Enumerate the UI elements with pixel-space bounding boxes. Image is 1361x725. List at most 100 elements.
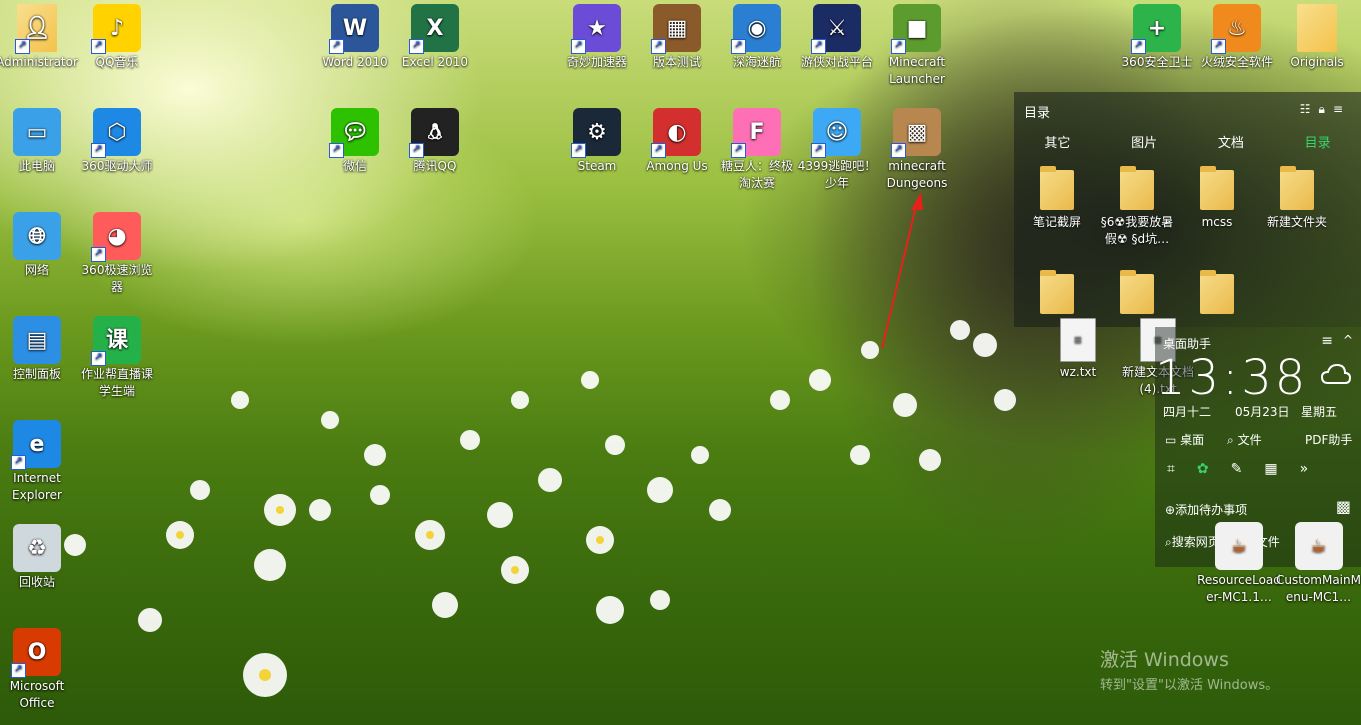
- tab-pictures[interactable]: 图片: [1131, 132, 1157, 151]
- desktop-icon-resourceloader[interactable]: ☕︎ ResourceLoader-MC1.1…: [1196, 522, 1282, 606]
- desktop-icon[interactable]: ◐ ↗ Among Us: [636, 108, 718, 175]
- crop-icon[interactable]: ⌗: [1167, 461, 1197, 477]
- shortcut-arrow-icon: ↗: [1131, 39, 1146, 54]
- search-icon: ⌕: [1165, 535, 1172, 549]
- desktop-icon[interactable]: ◉ ↗ 深海迷航: [716, 4, 798, 71]
- accelerator-icon: ★ ↗: [571, 4, 621, 54]
- desktop-icon[interactable]: 🌐︎ 网络: [0, 212, 78, 279]
- desktop-icon[interactable]: F ↗ 糖豆人：终极淘汰赛: [716, 108, 798, 192]
- desktop-icon[interactable]: ⚔ ↗ 游侠对战平台: [796, 4, 878, 71]
- desktop-icon[interactable]: Originals: [1276, 4, 1358, 71]
- desktop-icon[interactable]: 👤︎ ↗ Administrator: [0, 4, 78, 71]
- file-action[interactable]: ⌕ 文件: [1227, 431, 1262, 448]
- desktop-icon-label: 网络: [24, 263, 49, 277]
- desktop-icon[interactable]: 💬︎ ↗ 微信: [314, 108, 396, 175]
- desktop-icon[interactable]: ▭ 此电脑: [0, 108, 78, 175]
- desktop-icon[interactable]: ☺ ↗ 4399逃跑吧！少年: [796, 108, 878, 192]
- desktop-icon[interactable]: ■ ↗ Minecraft Launcher: [876, 4, 958, 88]
- desktop-icon[interactable]: X ↗ Excel 2010: [394, 4, 476, 71]
- folder-icon: [1280, 166, 1314, 210]
- desktop-icon-wz-txt[interactable]: ≡ wz.txt: [1037, 318, 1119, 381]
- 360-security-icon: + ↗: [1131, 4, 1181, 54]
- fence-item[interactable]: 新建文件夹: [1257, 166, 1337, 231]
- fence-item[interactable]: [1017, 270, 1097, 318]
- fence-item[interactable]: [1177, 270, 1257, 318]
- text-file-icon: ≡: [1060, 318, 1096, 362]
- fence-title: 目录: [1024, 106, 1051, 121]
- fence-item[interactable]: 笔记截屏: [1017, 166, 1097, 231]
- desktop-icon-label: 此电脑: [18, 159, 55, 173]
- shortcut-arrow-icon: ↗: [731, 39, 746, 54]
- qq-penguin-icon: 🐧︎ ↗: [409, 108, 459, 158]
- shortcut-arrow-icon: ↗: [15, 39, 30, 54]
- desktop-icon[interactable]: ♻ 回收站: [0, 524, 78, 591]
- fence-controls[interactable]: ☷🔒︎≡: [1300, 102, 1351, 117]
- shortcut-arrow-icon: ↗: [811, 39, 826, 54]
- lock-icon[interactable]: 🔒︎: [1319, 102, 1333, 116]
- shortcut-arrow-icon: ↗: [409, 143, 424, 158]
- folder-icon: [1200, 270, 1234, 314]
- desktop-icon[interactable]: 课 ↗ 作业帮直播课学生端: [76, 316, 158, 400]
- driver-master-icon: ⬡ ↗: [91, 108, 141, 158]
- shortcut-arrow-icon: ↗: [651, 143, 666, 158]
- menu-icon[interactable]: ≡: [1321, 333, 1333, 349]
- desktop-icon-label: 深海迷航: [732, 55, 781, 69]
- fence-item[interactable]: mcss: [1177, 166, 1257, 231]
- shortcut-arrow-icon: ↗: [571, 39, 586, 54]
- tab-other[interactable]: 其它: [1044, 132, 1070, 151]
- browser-icon: ◕ ↗: [91, 212, 141, 262]
- user-folder-icon: 👤︎ ↗: [15, 4, 57, 54]
- desktop-icon-label: Internet Explorer: [12, 471, 62, 502]
- among-us-icon: ◐ ↗: [651, 108, 701, 158]
- minecraft-grass-icon: ■ ↗: [891, 4, 941, 54]
- desktop-icon[interactable]: ♨ ↗ 火绒安全软件: [1196, 4, 1278, 71]
- desktop-icon-label: 360极速浏览器: [81, 263, 153, 294]
- desktop-icon[interactable]: ⬡ ↗ 360驱动大师: [76, 108, 158, 175]
- more-icon[interactable]: »: [1300, 461, 1331, 477]
- desktop-action[interactable]: ▭ 桌面: [1165, 431, 1204, 448]
- desktop-icon[interactable]: ▦ ↗ 版本测试: [636, 4, 718, 71]
- shortcut-arrow-icon: ↗: [891, 143, 906, 158]
- fence-item[interactable]: §6☢我要放暑假☢ §d坑…: [1097, 166, 1177, 248]
- menu-icon[interactable]: ≡: [1333, 102, 1351, 116]
- desktop-icon-custommainmenu[interactable]: ☕︎ CustomMainMenu-MC1…: [1276, 522, 1361, 606]
- desktop-icon[interactable]: ♪ ↗ QQ音乐: [76, 4, 158, 71]
- desktop-icon[interactable]: O ↗ Microsoft Office: [0, 628, 78, 712]
- qr-code-icon[interactable]: ▩: [1336, 497, 1351, 516]
- calculator-icon[interactable]: ▦: [1264, 461, 1299, 477]
- qq-music-icon: ♪ ↗: [91, 4, 141, 54]
- edit-icon[interactable]: ✎: [1231, 461, 1265, 477]
- desktop-icon-label: 360安全卫士: [1121, 55, 1193, 69]
- dungeons-icon: ▩ ↗: [891, 108, 941, 158]
- collapse-icon[interactable]: ^: [1343, 333, 1353, 347]
- desktop-icon[interactable]: 🐧︎ ↗ 腾讯QQ: [394, 108, 476, 175]
- desktop-icon-label: Steam: [577, 159, 617, 173]
- shortcut-arrow-icon: ↗: [409, 39, 424, 54]
- list-view-icon[interactable]: ☷: [1300, 102, 1319, 116]
- desktop-icon-label: 版本测试: [652, 55, 701, 69]
- desktop-icon[interactable]: ▩ ↗ minecraft Dungeons: [876, 108, 958, 192]
- computer-icon: ▭: [13, 108, 61, 156]
- tab-directory[interactable]: 目录: [1305, 132, 1331, 151]
- desktop-icon-label: Minecraft Launcher: [888, 55, 946, 86]
- monitor-icon: ▭: [1165, 433, 1177, 447]
- add-todo-button[interactable]: ⊕添加待办事项: [1165, 501, 1247, 518]
- pdf-action[interactable]: PDF助手: [1305, 431, 1352, 448]
- folder-icon: [1120, 166, 1154, 210]
- java-file-icon: ☕︎: [1215, 522, 1263, 570]
- shortcut-arrow-icon: ↗: [651, 39, 666, 54]
- desktop-icon[interactable]: ★ ↗ 奇妙加速器: [556, 4, 638, 71]
- desktop-icon[interactable]: ▤ 控制面板: [0, 316, 78, 383]
- fence-item[interactable]: [1097, 270, 1177, 318]
- desktop-icon[interactable]: + ↗ 360安全卫士: [1116, 4, 1198, 71]
- desktop-icon[interactable]: W ↗ Word 2010: [314, 4, 396, 71]
- tab-documents[interactable]: 文档: [1218, 132, 1244, 151]
- shortcut-arrow-icon: ↗: [329, 143, 344, 158]
- shortcut-arrow-icon: ↗: [731, 143, 746, 158]
- desktop-icon[interactable]: ◕ ↗ 360极速浏览器: [76, 212, 158, 296]
- desktop-icon[interactable]: e ↗ Internet Explorer: [0, 420, 78, 504]
- desktop-icon[interactable]: ⚙ ↗ Steam: [556, 108, 638, 175]
- gear-icon[interactable]: ✿: [1197, 461, 1231, 477]
- activation-watermark: 激活 Windows 转到"设置"以激活 Windows。: [1100, 645, 1278, 693]
- word-icon: W ↗: [329, 4, 379, 54]
